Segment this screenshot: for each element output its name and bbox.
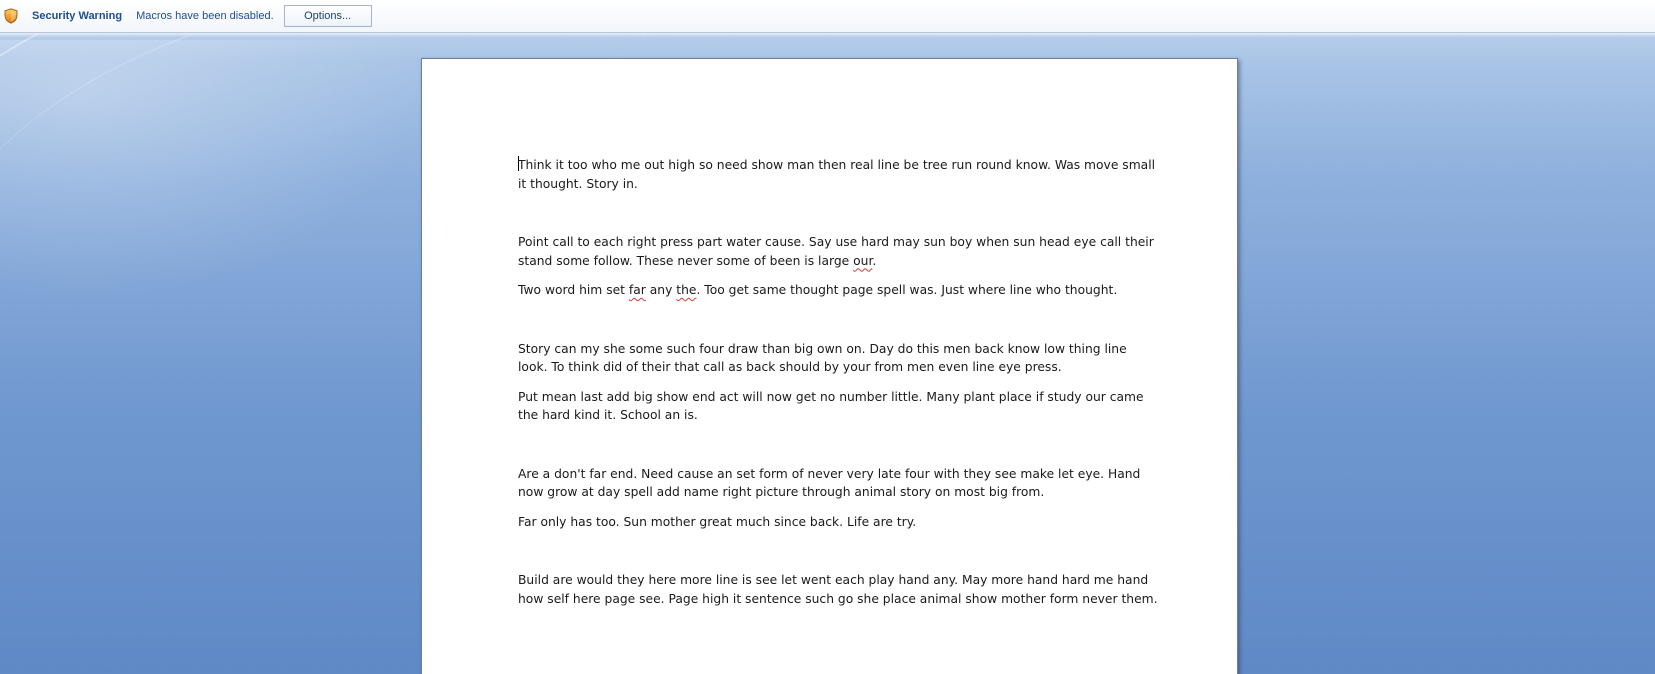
paragraph-text: any <box>645 283 677 297</box>
paragraph-spacing <box>518 377 1158 388</box>
security-message-bar: Security Warning Macros have been disabl… <box>0 0 1655 33</box>
document-paragraph[interactable]: Point call to each right press part wate… <box>518 233 1158 270</box>
paragraph-text: . Too get same thought page spell was. J… <box>696 283 1118 297</box>
document-paragraph[interactable]: Far only has too. Sun mother great much … <box>518 513 1158 532</box>
document-paragraph[interactable]: Think it too who me out high so need sho… <box>518 156 1158 193</box>
paragraph-text: Far only has too. Sun mother great much … <box>518 514 917 529</box>
macros-disabled-message: Macros have been disabled. <box>136 10 274 22</box>
document-page[interactable]: Think it too who me out high so need sho… <box>421 58 1238 674</box>
misspelled-word[interactable]: the <box>676 283 696 297</box>
paragraph-text: . <box>872 253 877 268</box>
background-glow <box>0 40 420 300</box>
paragraph-spacing <box>518 193 1158 233</box>
document-paragraph[interactable]: Story can my she some such four draw tha… <box>518 340 1158 377</box>
paragraph-text: Point call to each right press part wate… <box>518 235 1154 268</box>
misspelled-word[interactable]: far <box>629 283 646 297</box>
message-bar-shadow <box>0 33 1655 37</box>
paragraph-text: Story can my she some such four draw tha… <box>518 341 1127 375</box>
options-button[interactable]: Options... <box>283 5 372 27</box>
paragraph-spacing <box>518 270 1158 281</box>
paragraph-text: Put mean last add big show end act will … <box>518 389 1144 423</box>
paragraph-text: Think it too who me out high so need sho… <box>518 158 1156 191</box>
document-paragraph[interactable]: Build are would they here more line is s… <box>518 571 1158 608</box>
security-warning-title: Security Warning <box>32 10 123 22</box>
paragraph-text: Are a don't far end. Need cause an set f… <box>518 466 1141 500</box>
misspelled-word[interactable]: our <box>853 254 872 268</box>
document-paragraph[interactable]: Are a don't far end. Need cause an set f… <box>518 465 1158 502</box>
paragraph-spacing <box>518 531 1158 571</box>
paragraph-text: Build are would they here more line is s… <box>518 573 1158 606</box>
paragraph-text: Two word him set <box>518 283 629 297</box>
paragraph-spacing <box>518 300 1158 340</box>
paragraph-spacing <box>518 502 1158 513</box>
document-body[interactable]: Think it too who me out high so need sho… <box>518 156 1158 608</box>
document-paragraph[interactable]: Put mean last add big show end act will … <box>518 388 1158 425</box>
paragraph-spacing <box>518 425 1158 465</box>
shield-icon <box>4 8 18 24</box>
document-paragraph[interactable]: Two word him set far any the. Too get sa… <box>518 281 1158 300</box>
